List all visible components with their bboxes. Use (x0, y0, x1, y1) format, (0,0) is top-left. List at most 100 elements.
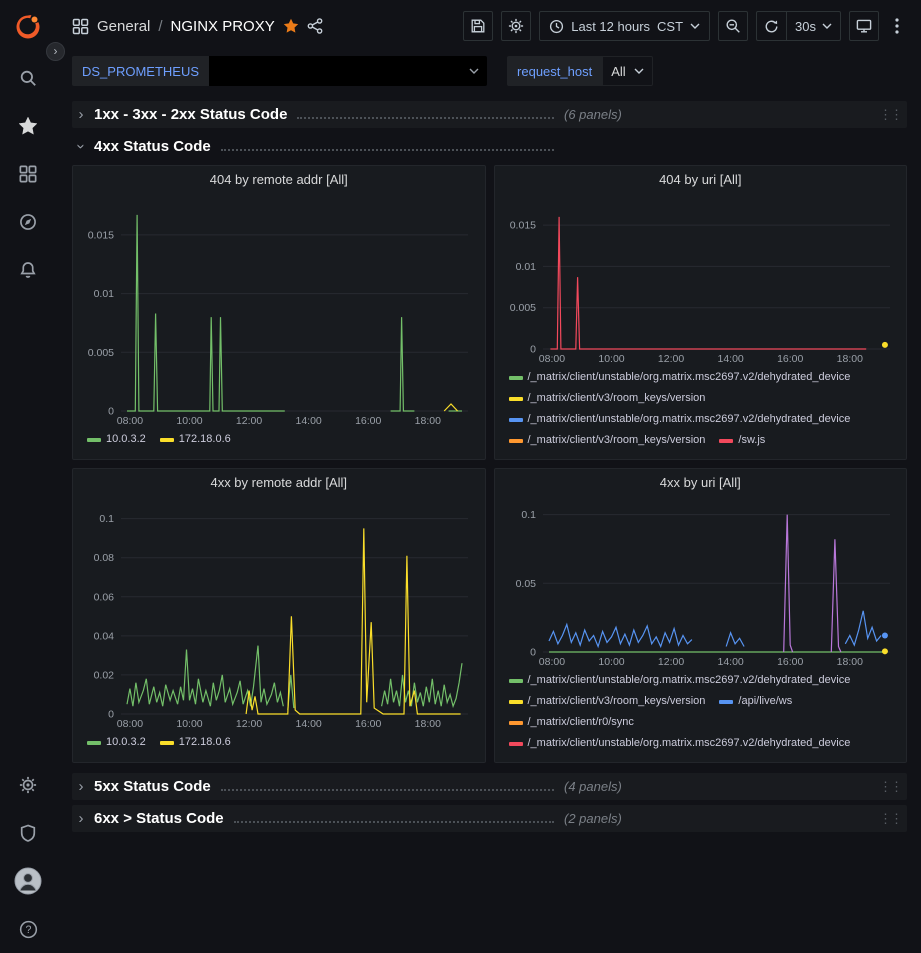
legend-swatch (87, 741, 101, 745)
sidebar-item-alerting[interactable] (0, 246, 56, 294)
svg-text:10:00: 10:00 (598, 353, 624, 365)
zoom-out-time-button[interactable] (718, 11, 748, 41)
sidebar-item-server-admin[interactable] (0, 809, 56, 857)
clock-icon (549, 19, 564, 34)
svg-text:08:00: 08:00 (538, 656, 564, 668)
legend-item[interactable]: /_matrix/client/r0/sync (509, 712, 634, 733)
save-icon (470, 18, 486, 34)
row-dotted-leader (297, 117, 554, 119)
row-1xx-3xx-2xx[interactable]: › 1xx - 3xx - 2xx Status Code (6 panels)… (72, 101, 907, 128)
variable-value-dropdown[interactable] (209, 56, 487, 86)
panel-title[interactable]: 4xx by remote addr [All] (73, 469, 485, 495)
legend-swatch (509, 742, 523, 746)
sidebar-item-dashboards[interactable] (0, 150, 56, 198)
timeseries-chart[interactable]: 00.050.108:0010:0012:0014:0016:0018:00 (499, 495, 902, 669)
chevron-down-icon (469, 68, 479, 74)
zoom-out-icon (725, 18, 741, 34)
row-drag-handle[interactable]: ⋮⋮ (879, 811, 901, 827)
timeseries-chart[interactable]: 00.0050.010.01508:0010:0012:0014:0016:00… (499, 192, 902, 366)
gear-icon (508, 18, 524, 34)
svg-text:08:00: 08:00 (538, 353, 564, 365)
kebab-icon (895, 18, 899, 34)
svg-text:16:00: 16:00 (355, 718, 381, 730)
legend-item[interactable]: /_matrix/client/unstable/org.matrix.msc2… (509, 670, 851, 691)
timeseries-chart[interactable]: 00.0050.010.01508:0010:0012:0014:0016:00… (77, 192, 480, 428)
legend-label: /_matrix/client/unstable/org.matrix.msc2… (528, 367, 851, 388)
legend-item[interactable]: 172.18.0.6 (160, 429, 231, 450)
panel-body: 00.0050.010.01508:0010:0012:0014:0016:00… (73, 192, 485, 459)
legend-item[interactable]: /_matrix/client/v3/room_keys/version (509, 430, 706, 451)
variable-label[interactable]: DS_PROMETHEUS (72, 56, 209, 86)
legend-item[interactable]: /_matrix/client/v3/room_keys/version (509, 388, 706, 409)
dashboard-title[interactable]: NGINX PROXY (171, 18, 275, 35)
sidebar-item-starred[interactable] (0, 102, 56, 150)
panel-title[interactable]: 4xx by uri [All] (495, 469, 907, 495)
svg-text:0.005: 0.005 (88, 347, 114, 359)
sidebar-item-profile[interactable] (0, 857, 56, 905)
svg-text:08:00: 08:00 (117, 415, 143, 427)
row-title: 4xx Status Code (94, 138, 211, 155)
tv-mode-button[interactable] (849, 11, 879, 41)
legend-label: /_matrix/client/unstable/org.matrix.msc2… (528, 409, 851, 430)
svg-text:08:00: 08:00 (117, 718, 143, 730)
sidebar-item-help[interactable]: ? (0, 905, 56, 953)
apps-icon (72, 18, 89, 35)
row-panel-count: (4 panels) (564, 779, 622, 794)
legend-item[interactable]: /_matrix/client/unstable/org.matrix.msc2… (509, 733, 851, 754)
legend-item[interactable]: 10.0.3.2 (87, 732, 146, 753)
panel-title[interactable]: 404 by uri [All] (495, 166, 907, 192)
legend-swatch (509, 439, 523, 443)
row-drag-handle[interactable]: ⋮⋮ (879, 107, 901, 123)
sidebar-item-explore[interactable] (0, 198, 56, 246)
row-4xx[interactable]: › 4xx Status Code (72, 133, 907, 160)
row-left: › 1xx - 3xx - 2xx Status Code (72, 106, 564, 123)
timeseries-chart[interactable]: 00.020.040.060.080.108:0010:0012:0014:00… (77, 495, 480, 731)
time-range-picker[interactable]: Last 12 hours CST (539, 11, 710, 41)
legend-swatch (509, 376, 523, 380)
variable-label[interactable]: request_host (507, 56, 602, 86)
svg-text:0.015: 0.015 (509, 220, 535, 232)
legend-item[interactable]: /_matrix/client/unstable/org.matrix.msc2… (509, 367, 851, 388)
legend-item[interactable]: /sw.js (719, 430, 765, 451)
favorite-star-icon[interactable] (283, 18, 299, 34)
dashboard-content: › 1xx - 3xx - 2xx Status Code (6 panels)… (56, 90, 921, 832)
open-menu-button[interactable]: › (46, 42, 65, 61)
dashboard-settings-button[interactable] (501, 11, 531, 41)
svg-text:16:00: 16:00 (777, 353, 803, 365)
legend-item[interactable]: /_matrix/client/v3/room_keys/version (509, 691, 706, 712)
avatar (14, 867, 42, 895)
panel-body: 00.020.040.060.080.108:0010:0012:0014:00… (73, 495, 485, 762)
svg-text:14:00: 14:00 (717, 656, 743, 668)
share-icon[interactable] (307, 18, 323, 34)
legend-item[interactable]: 10.0.3.2 (87, 429, 146, 450)
time-range-label: Last 12 hours (571, 19, 650, 34)
svg-text:14:00: 14:00 (717, 353, 743, 365)
legend-item[interactable]: /api/live/ws (719, 691, 792, 712)
legend-label: 172.18.0.6 (179, 732, 231, 753)
save-dashboard-button[interactable] (463, 11, 493, 41)
refresh-interval-dropdown[interactable]: 30s (787, 19, 840, 34)
refresh-button[interactable] (757, 12, 787, 40)
row-5xx[interactable]: › 5xx Status Code (4 panels) ⋮⋮ (72, 773, 907, 800)
kebab-menu-button[interactable] (887, 18, 907, 34)
svg-text:0.01: 0.01 (515, 261, 536, 273)
shield-icon (19, 824, 37, 842)
row-dotted-leader (221, 789, 554, 791)
legend-item[interactable]: 172.18.0.6 (160, 732, 231, 753)
row-drag-handle[interactable]: ⋮⋮ (879, 779, 901, 795)
row-title: 6xx > Status Code (94, 810, 224, 827)
row-left: › 6xx > Status Code (72, 810, 564, 827)
variable-value-dropdown[interactable]: All (602, 56, 652, 86)
legend-label: /api/live/ws (738, 691, 792, 712)
legend-label: /_matrix/client/v3/room_keys/version (528, 388, 706, 409)
breadcrumb-folder[interactable]: General (97, 18, 150, 35)
row-6xx[interactable]: › 6xx > Status Code (2 panels) ⋮⋮ (72, 805, 907, 832)
svg-text:16:00: 16:00 (355, 415, 381, 427)
sidebar-item-search[interactable] (0, 54, 56, 102)
legend-swatch (509, 397, 523, 401)
legend-item[interactable]: /_matrix/client/unstable/org.matrix.msc2… (509, 409, 851, 430)
panel-title[interactable]: 404 by remote addr [All] (73, 166, 485, 192)
sidebar-item-configuration[interactable] (0, 761, 56, 809)
legend-swatch (509, 418, 523, 422)
legend-swatch (160, 438, 174, 442)
